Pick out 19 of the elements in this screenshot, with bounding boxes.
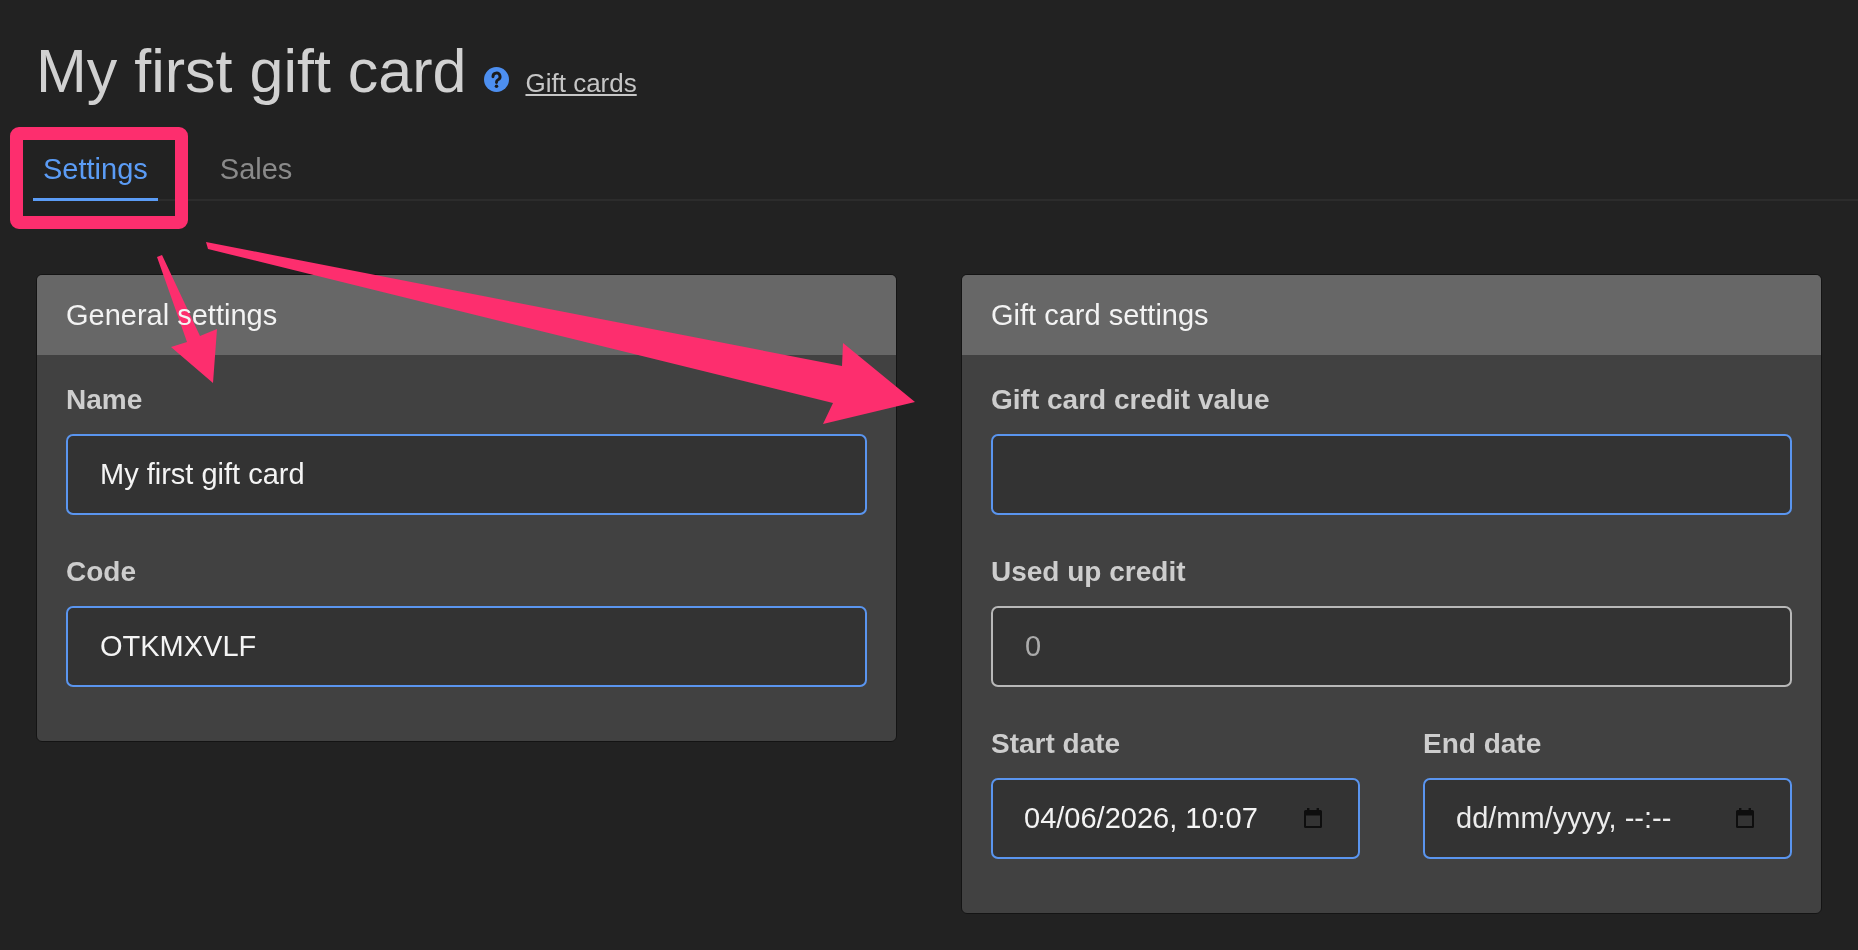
- help-icon: [484, 67, 510, 92]
- tab[interactable]: Sales: [209, 130, 303, 201]
- field-label: Start date: [991, 727, 1121, 761]
- date-field[interactable]: 04/06/2026, 10:07: [991, 778, 1360, 859]
- calendar-icon[interactable]: [1304, 808, 1322, 828]
- field-label: Used up credit: [991, 555, 1186, 589]
- field-label: Name: [66, 383, 143, 417]
- page-title: My first gift card: [36, 36, 467, 107]
- input-field[interactable]: My first gift card: [66, 434, 867, 515]
- input-field[interactable]: OTKMXVLF: [66, 606, 867, 687]
- gift-cards-link[interactable]: Gift cards: [525, 68, 637, 99]
- field-label: End date: [1423, 727, 1542, 761]
- panel-title: Gift card settings: [991, 298, 1209, 332]
- field-label: Gift card credit value: [991, 383, 1270, 417]
- input-field[interactable]: [991, 434, 1792, 515]
- calendar-icon[interactable]: [1736, 808, 1754, 828]
- date-field[interactable]: dd/mm/yyyy, --:--: [1423, 778, 1792, 859]
- field-label: Code: [66, 555, 136, 589]
- tab[interactable]: Settings: [33, 130, 158, 201]
